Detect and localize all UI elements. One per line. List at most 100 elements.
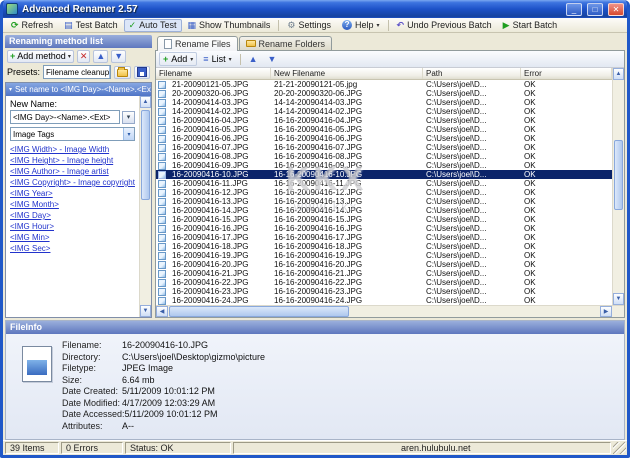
load-preset-button[interactable] <box>114 66 131 79</box>
fileinfo-content: Filename:16-20090416-10.JPGDirectory:C:\… <box>6 334 624 439</box>
table-row[interactable]: 16-20090416-16.JPG16-16-20090416-16.JPGC… <box>156 224 612 233</box>
image-file-icon <box>158 189 166 197</box>
table-row[interactable]: 16-20090416-19.JPG16-16-20090416-19.JPGC… <box>156 251 612 260</box>
presets-dropdown[interactable]: Filename cleanup ▾ <box>43 65 111 79</box>
presets-label: Presets: <box>7 67 40 77</box>
tag-category-dropdown[interactable]: Image Tags ▾ <box>10 127 135 141</box>
refresh-button[interactable]: ⟳ Refresh <box>6 19 58 32</box>
file-list-scrollbar[interactable]: ▲ ▼ <box>612 68 624 305</box>
settings-button[interactable]: ⚙ Settings <box>282 19 336 32</box>
method-title-bar[interactable]: ▾ Set name to <IMG Day>-<Name>.<Ext> <box>6 83 151 96</box>
table-row[interactable]: 16-20090416-20.JPG16-16-20090416-20.JPGC… <box>156 260 612 269</box>
tag-link[interactable]: <IMG Width> - Image Width <box>10 144 135 155</box>
close-button[interactable]: ✕ <box>608 3 624 16</box>
tag-link[interactable]: <IMG Year> <box>10 188 135 199</box>
move-item-down-button[interactable]: ▼ <box>264 52 281 66</box>
title-bar[interactable]: Advanced Renamer 2.57 _ □ ✕ <box>3 0 627 18</box>
column-header-path[interactable]: Path <box>423 68 521 79</box>
table-row[interactable]: 16-20090416-04.JPG16-16-20090416-04.JPGC… <box>156 116 612 125</box>
scroll-down-icon[interactable]: ▼ <box>140 305 151 317</box>
table-cell: C:\Users\joel\D... <box>423 170 521 179</box>
table-row[interactable]: 16-20090416-17.JPG16-16-20090416-17.JPGC… <box>156 233 612 242</box>
tab-strip: Rename Files Rename Folders <box>155 35 625 50</box>
table-cell: C:\Users\joel\D... <box>423 116 521 125</box>
maximize-button[interactable]: □ <box>587 3 603 16</box>
scroll-track[interactable] <box>350 306 600 317</box>
tag-picker-button[interactable]: ▾ <box>122 111 135 124</box>
table-row[interactable]: 16-20090416-10.JPG16-16-20090416-10.JPGC… <box>156 170 612 179</box>
tag-link[interactable]: <IMG Height> - Image height <box>10 155 135 166</box>
table-row[interactable]: 16-20090416-12.JPG16-16-20090416-12.JPGC… <box>156 188 612 197</box>
help-label: Help <box>355 20 374 30</box>
horizontal-scrollbar[interactable]: ◀ ▶ <box>156 305 624 317</box>
table-row[interactable]: 16-20090416-08.JPG16-16-20090416-08.JPGC… <box>156 152 612 161</box>
column-header-new-filename[interactable]: New Filename <box>271 68 423 79</box>
column-header-filename[interactable]: Filename <box>156 68 271 79</box>
delete-method-button[interactable]: ✕ <box>77 50 91 63</box>
scroll-right-icon[interactable]: ▶ <box>600 306 612 317</box>
save-preset-button[interactable] <box>134 66 150 79</box>
content-area: Renaming method list + Add method ▾ ✕ ▲ … <box>3 33 627 318</box>
auto-test-toggle[interactable]: ✓ Auto Test <box>124 19 182 32</box>
move-method-up-button[interactable]: ▲ <box>93 50 108 63</box>
list-menu-button[interactable]: ≡ List ▾ <box>199 52 235 66</box>
scroll-thumb[interactable] <box>141 110 150 200</box>
table-row[interactable]: 16-20090416-14.JPG16-16-20090416-14.JPGC… <box>156 206 612 215</box>
minimize-button[interactable]: _ <box>566 3 582 16</box>
table-row[interactable]: 16-20090416-21.JPG16-16-20090416-21.JPGC… <box>156 269 612 278</box>
add-files-button[interactable]: + Add ▾ <box>159 52 197 66</box>
tag-link[interactable]: <IMG Author> - Image artist <box>10 166 135 177</box>
scroll-up-icon[interactable]: ▲ <box>140 96 151 108</box>
table-cell: 16-20090416-09.JPG <box>169 161 271 170</box>
table-row[interactable]: 16-20090416-22.JPG16-16-20090416-22.JPGC… <box>156 278 612 287</box>
app-icon <box>6 3 18 15</box>
new-name-input[interactable] <box>10 110 120 124</box>
scroll-track[interactable] <box>613 80 624 293</box>
move-item-up-button[interactable]: ▲ <box>245 52 262 66</box>
method-scrollbar[interactable]: ▲ ▼ <box>139 96 151 317</box>
test-batch-button[interactable]: ▤ Test Batch <box>59 19 123 32</box>
column-header-error[interactable]: Error <box>521 68 612 79</box>
table-row[interactable]: 16-20090416-07.JPG16-16-20090416-07.JPGC… <box>156 143 612 152</box>
table-row[interactable]: 14-20090414-02.JPG14-14-20090414-02.JPGC… <box>156 107 612 116</box>
table-cell: 16-20090416-17.JPG <box>169 233 271 242</box>
scroll-thumb[interactable] <box>614 140 623 210</box>
table-row[interactable]: 21-20090121-05.JPG21-21-20090121-05.jpgC… <box>156 80 612 89</box>
table-row[interactable]: 16-20090416-11.JPG16-16-20090416-11.JPGC… <box>156 179 612 188</box>
tab-rename-folders[interactable]: Rename Folders <box>239 36 333 50</box>
scroll-left-icon[interactable]: ◀ <box>156 306 168 317</box>
table-row[interactable]: 16-20090416-23.JPG16-16-20090416-23.JPGC… <box>156 287 612 296</box>
tag-link[interactable]: <IMG Sec> <box>10 243 135 254</box>
tab-rename-files[interactable]: Rename Files <box>157 36 238 51</box>
tag-link[interactable]: <IMG Day> <box>10 210 135 221</box>
refresh-icon: ⟳ <box>11 21 19 30</box>
scroll-track[interactable] <box>140 108 151 305</box>
show-thumbnails-toggle[interactable]: ▦ Show Thumbnails <box>183 19 276 32</box>
tag-link[interactable]: <IMG Month> <box>10 199 135 210</box>
resize-grip[interactable] <box>613 442 626 454</box>
move-method-down-button[interactable]: ▼ <box>111 50 126 63</box>
table-row[interactable]: 16-20090416-05.JPG16-16-20090416-05.JPGC… <box>156 125 612 134</box>
table-row[interactable]: 14-20090414-03.JPG14-14-20090414-03.JPGC… <box>156 98 612 107</box>
table-row[interactable]: 16-20090416-15.JPG16-16-20090416-15.JPGC… <box>156 215 612 224</box>
table-row[interactable]: 16-20090416-09.JPG16-16-20090416-09.JPGC… <box>156 161 612 170</box>
table-row[interactable]: 16-20090416-13.JPG16-16-20090416-13.JPGC… <box>156 197 612 206</box>
scroll-up-icon[interactable]: ▲ <box>613 68 624 80</box>
tag-link[interactable]: <IMG Min> <box>10 232 135 243</box>
help-button[interactable]: ? Help ▾ <box>337 19 385 32</box>
fileinfo-panel: FileInfo Filename:16-20090416-10.JPGDire… <box>5 320 625 440</box>
start-batch-button[interactable]: ▶ Start Batch <box>498 19 562 32</box>
scroll-down-icon[interactable]: ▼ <box>613 293 624 305</box>
table-row[interactable]: 16-20090416-06.JPG16-16-20090416-06.JPGC… <box>156 134 612 143</box>
tag-link[interactable]: <IMG Hour> <box>10 221 135 232</box>
scroll-thumb[interactable] <box>169 306 349 317</box>
fileinfo-label: Date Accessed: <box>62 409 125 421</box>
table-row[interactable]: 20-20090320-06.JPG20-20-20090320-06.JPGC… <box>156 89 612 98</box>
table-row[interactable]: 16-20090416-24.JPG16-16-20090416-24.JPGC… <box>156 296 612 305</box>
status-site-link[interactable]: aren.hulubulu.net <box>238 443 471 453</box>
table-row[interactable]: 16-20090416-18.JPG16-16-20090416-18.JPGC… <box>156 242 612 251</box>
undo-previous-batch-button[interactable]: ↶ Undo Previous Batch <box>392 19 497 32</box>
tag-link[interactable]: <IMG Copyright> - Image copyright <box>10 177 135 188</box>
add-method-button[interactable]: + Add method ▾ <box>7 50 74 63</box>
table-cell: C:\Users\joel\D... <box>423 242 521 251</box>
